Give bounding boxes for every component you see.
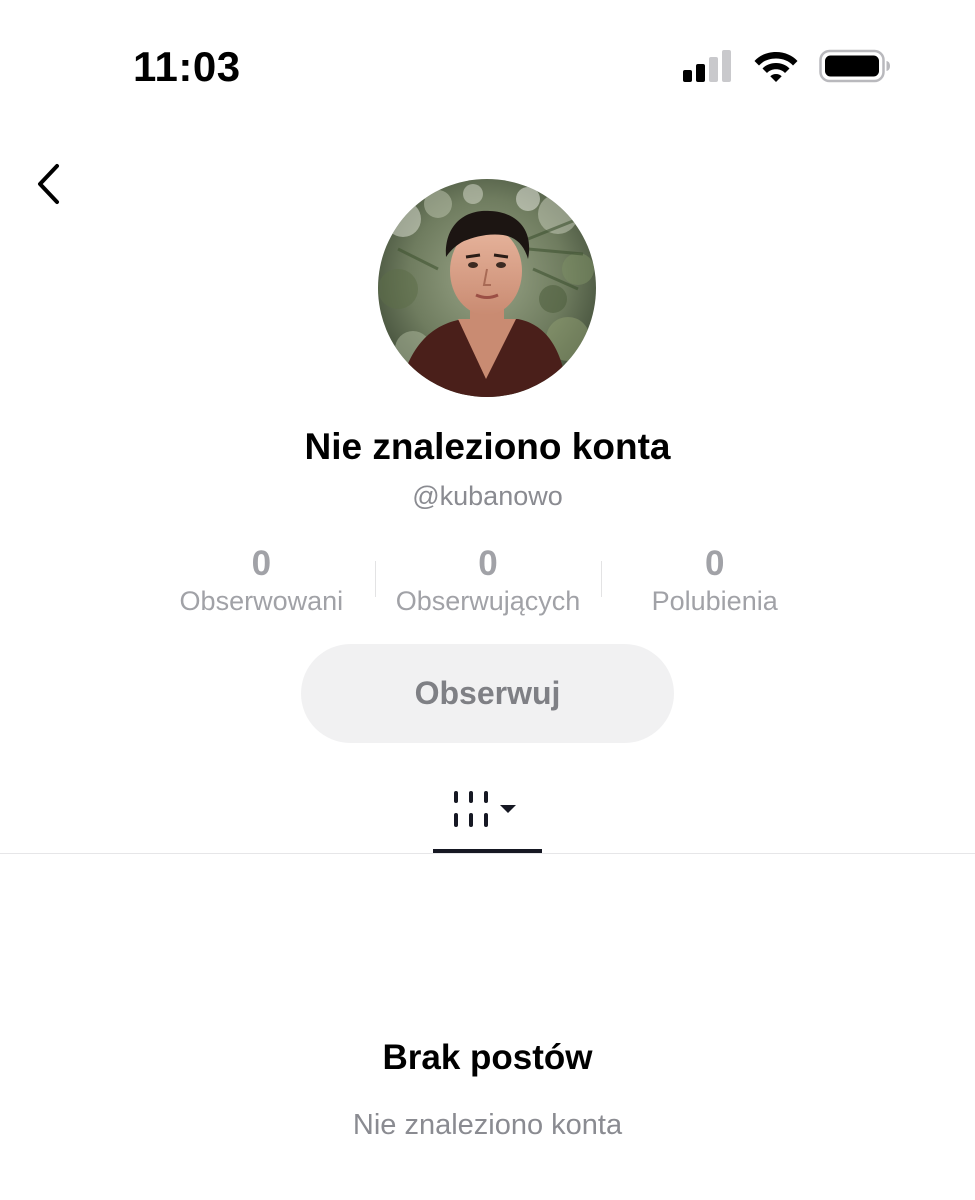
stat-following[interactable]: 0 Obserwowani <box>148 543 375 623</box>
back-button[interactable] <box>24 156 72 212</box>
videos-grid-icon <box>453 791 516 827</box>
avatar[interactable] <box>378 179 596 397</box>
stat-following-label: Obserwowani <box>179 586 344 616</box>
wifi-icon <box>754 52 798 82</box>
follow-button[interactable]: Obserwuj <box>301 644 674 743</box>
stat-likes-count: 0 <box>704 544 725 583</box>
tab-divider <box>0 853 975 854</box>
chevron-left-icon <box>38 164 59 204</box>
profile-name: Nie znaleziono konta <box>304 426 671 467</box>
tab-videos[interactable] <box>433 780 542 855</box>
profile-handle: @kubanowo <box>412 481 563 511</box>
empty-state-subtitle: Nie znaleziono konta <box>352 1109 623 1141</box>
signal-icon <box>683 50 731 82</box>
empty-state-title: Brak postów <box>382 1038 593 1077</box>
status-icons <box>683 46 891 86</box>
stat-followers[interactable]: 0 Obserwujących <box>374 543 602 623</box>
status-time: 11:03 <box>133 43 241 90</box>
battery-icon <box>819 49 890 83</box>
stat-following-count: 0 <box>251 544 272 583</box>
profile-stats: 0 Obserwowani 0 Obserwujących 0 Polubien… <box>148 543 828 623</box>
stat-followers-label: Obserwujących <box>395 586 581 616</box>
stat-likes-label: Polubienia <box>651 586 778 616</box>
caret-down-icon <box>499 805 516 813</box>
stat-followers-count: 0 <box>478 544 498 583</box>
profile-photo <box>378 179 596 397</box>
stat-likes[interactable]: 0 Polubienia <box>601 543 828 623</box>
